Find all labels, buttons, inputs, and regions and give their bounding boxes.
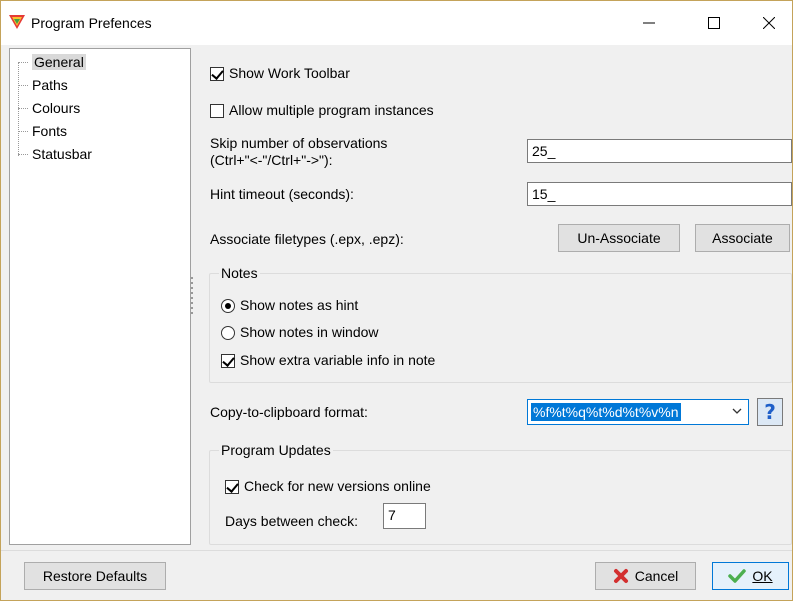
show-notes-hint-label: Show notes as hint <box>240 297 359 313</box>
preferences-window: Program Prefences General Paths Colours … <box>0 0 793 601</box>
associate-button[interactable]: Associate <box>695 224 790 252</box>
ok-label: OK <box>752 568 773 584</box>
cancel-x-icon <box>613 569 628 583</box>
maximize-button[interactable] <box>691 1 737 45</box>
minimize-button[interactable] <box>626 1 672 45</box>
tree-item-general[interactable]: General <box>14 52 86 73</box>
tree-item-label: Colours <box>32 100 81 116</box>
show-work-toolbar-label: Show Work Toolbar <box>229 65 350 81</box>
close-icon <box>763 17 775 29</box>
cancel-label: Cancel <box>634 568 679 584</box>
show-work-toolbar-checkbox[interactable] <box>210 67 224 81</box>
tree-item-label: General <box>32 54 86 70</box>
window-title: Program Prefences <box>31 15 152 31</box>
ok-button[interactable]: OK <box>712 562 789 590</box>
associate-filetypes-label: Associate filetypes (.epx, .epz): <box>210 231 404 247</box>
hint-timeout-label: Hint timeout (seconds): <box>210 186 354 202</box>
tree-item-colours[interactable]: Colours <box>14 98 80 119</box>
skip-observations-label-line1: Skip number of observations <box>210 135 388 151</box>
skip-observations-label-line2: (Ctrl+"<-"/Ctrl+"->"): <box>210 152 333 168</box>
days-between-check-label: Days between check: <box>225 513 359 529</box>
tree-item-label: Paths <box>32 77 68 93</box>
checkmark-icon <box>728 569 747 583</box>
tree-item-label: Statusbar <box>32 146 92 162</box>
close-button[interactable] <box>746 1 792 45</box>
extra-variable-info-label: Show extra variable info in note <box>240 352 436 368</box>
help-icon: ? <box>764 400 776 424</box>
allow-multiple-label: Allow multiple program instances <box>229 102 434 118</box>
maximize-icon <box>708 17 720 29</box>
clipboard-help-button[interactable]: ? <box>757 398 783 426</box>
category-tree[interactable]: General Paths Colours Fonts Statusbar <box>9 48 191 545</box>
show-notes-window-label: Show notes in window <box>240 324 379 340</box>
program-updates-group <box>209 450 792 545</box>
clipboard-format-label: Copy-to-clipboard format: <box>210 404 368 420</box>
unassociate-button[interactable]: Un-Associate <box>558 224 680 252</box>
tree-item-fonts[interactable]: Fonts <box>14 121 67 142</box>
hint-timeout-input[interactable]: 15_ <box>527 182 792 206</box>
show-notes-hint-radio[interactable] <box>221 299 235 313</box>
extra-variable-info-checkbox[interactable] <box>221 354 235 368</box>
chevron-down-icon <box>732 408 742 414</box>
program-updates-title: Program Updates <box>219 442 333 458</box>
clipboard-format-value: %f%t%q%t%d%t%v%n <box>531 403 681 421</box>
check-online-checkbox[interactable] <box>225 480 239 494</box>
tree-item-label: Fonts <box>32 123 68 139</box>
check-online-label: Check for new versions online <box>244 478 431 494</box>
tree-item-paths[interactable]: Paths <box>14 75 68 96</box>
restore-defaults-button[interactable]: Restore Defaults <box>24 562 166 590</box>
cancel-button[interactable]: Cancel <box>595 562 696 590</box>
allow-multiple-checkbox[interactable] <box>210 104 224 118</box>
tree-item-statusbar[interactable]: Statusbar <box>14 144 92 165</box>
app-logo-icon <box>9 15 25 29</box>
show-notes-window-radio[interactable] <box>221 326 235 340</box>
splitter-handle[interactable] <box>191 277 194 317</box>
skip-observations-input[interactable]: 25_ <box>527 139 792 163</box>
footer-separator <box>1 550 792 551</box>
minimize-icon <box>643 22 655 24</box>
title-bar: Program Prefences <box>1 1 792 45</box>
days-between-check-input[interactable]: 7 <box>383 503 426 529</box>
notes-group-title: Notes <box>219 265 260 281</box>
clipboard-format-select[interactable]: %f%t%q%t%d%t%v%n <box>527 399 749 425</box>
